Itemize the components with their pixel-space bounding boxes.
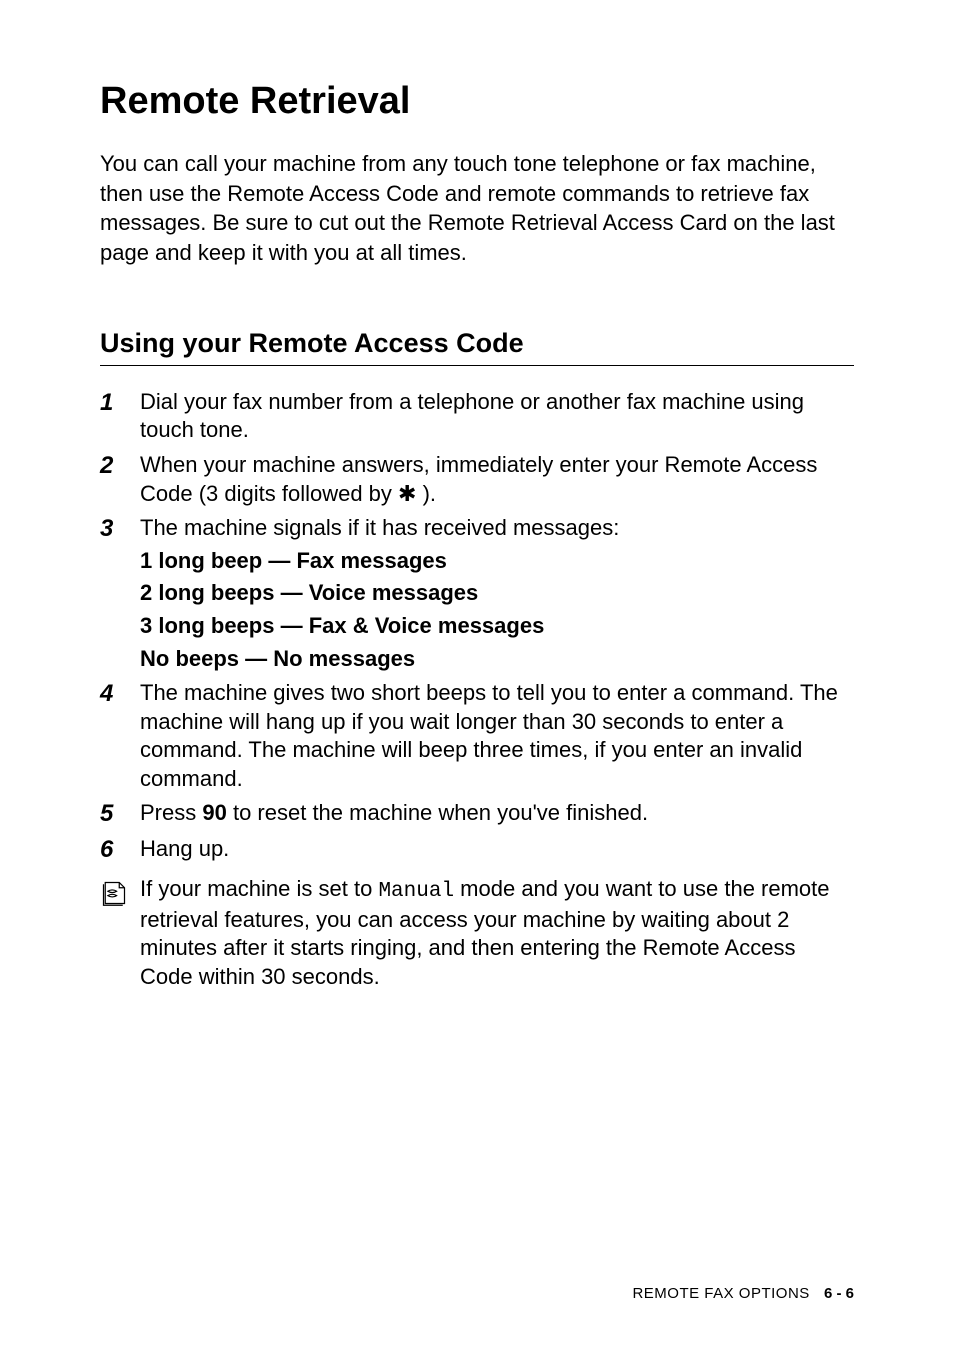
note-block: If your machine is set to Manual mode an… [100, 875, 854, 991]
beep-line: 3 long beeps — Fax & Voice messages [140, 612, 854, 641]
footer-label: REMOTE FAX OPTIONS [632, 1285, 809, 1302]
step-text: The machine gives two short beeps to tel… [140, 679, 854, 793]
step-item-5: 5 Press 90 to reset the machine when you… [100, 799, 854, 829]
beep-line: 2 long beeps — Voice messages [140, 579, 854, 608]
beep-line: No beeps — No messages [140, 645, 854, 674]
text-fragment: If your machine is set to [140, 876, 378, 901]
step-text: When your machine answers, immediately e… [140, 451, 854, 508]
intro-paragraph: You can call your machine from any touch… [100, 149, 854, 268]
footer-page-number: 6 - 6 [824, 1285, 854, 1302]
step-text: The machine signals if it has received m… [140, 514, 854, 673]
beep-line: 1 long beep — Fax messages [140, 547, 854, 576]
text-fragment: to reset the machine when you've finishe… [227, 800, 648, 825]
text-fragment: ). [416, 481, 436, 506]
step-number: 5 [100, 799, 140, 829]
step-item-6: 6 Hang up. [100, 835, 854, 865]
text-fragment: The machine signals if it has received m… [140, 515, 619, 540]
step-item-2: 2 When your machine answers, immediately… [100, 451, 854, 508]
step-item-1: 1 Dial your fax number from a telephone … [100, 388, 854, 445]
step-item-4: 4 The machine gives two short beeps to t… [100, 679, 854, 793]
step-text: Press 90 to reset the machine when you'v… [140, 799, 854, 828]
step-number: 6 [100, 835, 140, 865]
step-number: 1 [100, 388, 140, 418]
mono-text: Manual [378, 880, 454, 903]
note-icon [100, 875, 140, 912]
step-number: 2 [100, 451, 140, 481]
page-footer: REMOTE FAX OPTIONS 6 - 6 [632, 1285, 854, 1302]
step-item-3: 3 The machine signals if it has received… [100, 514, 854, 673]
step-list: 1 Dial your fax number from a telephone … [100, 388, 854, 866]
text-fragment: When your machine answers, immediately e… [140, 452, 817, 506]
star-symbol: ✱ [398, 481, 416, 506]
bold-text: 90 [202, 800, 226, 825]
page-title: Remote Retrieval [100, 80, 854, 123]
step-number: 3 [100, 514, 140, 544]
note-text: If your machine is set to Manual mode an… [140, 875, 854, 991]
step-number: 4 [100, 679, 140, 709]
step-text: Hang up. [140, 835, 854, 864]
step-text: Dial your fax number from a telephone or… [140, 388, 854, 445]
text-fragment: Press [140, 800, 202, 825]
section-heading: Using your Remote Access Code [100, 328, 854, 366]
